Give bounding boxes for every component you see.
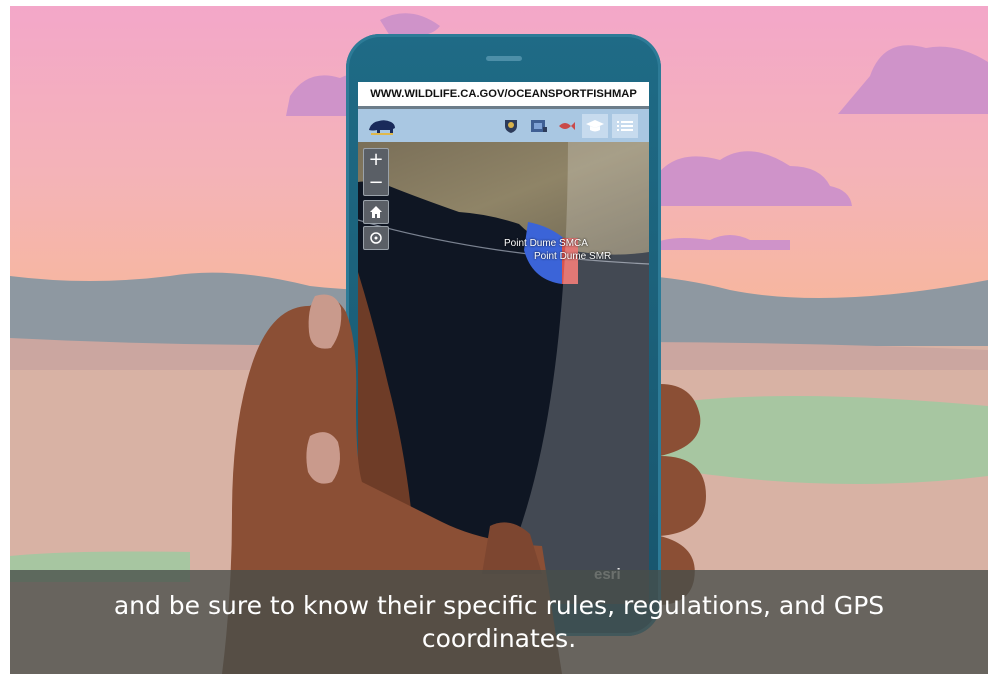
subtitle-bar: and be sure to know their specific rules… bbox=[10, 570, 988, 674]
finger-nail bbox=[306, 432, 340, 484]
finger bbox=[482, 522, 542, 574]
subtitle-text: and be sure to know their specific rules… bbox=[113, 591, 885, 653]
